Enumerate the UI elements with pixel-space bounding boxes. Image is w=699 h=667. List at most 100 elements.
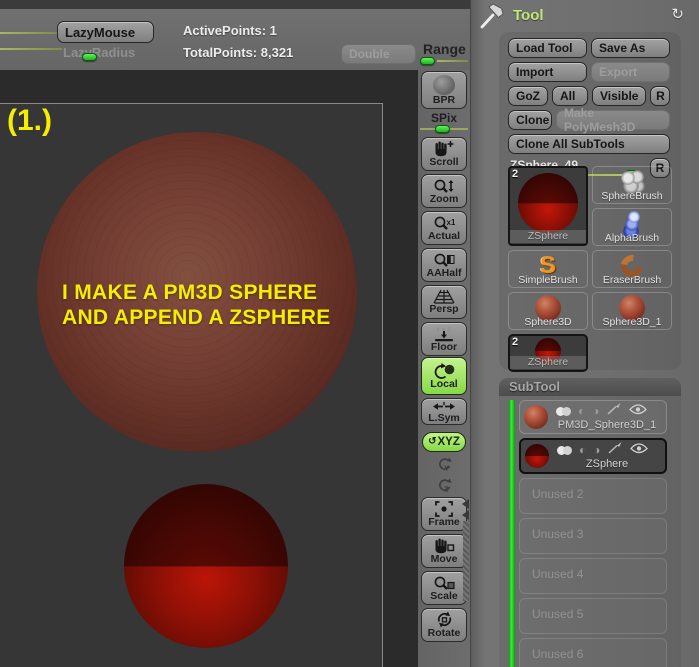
- rotate-z-icon[interactable]: Z: [436, 477, 453, 494]
- svg-text:Y: Y: [444, 464, 449, 473]
- polypaint-icon[interactable]: [556, 406, 571, 416]
- subtool-item-label: PM3D_Sphere3D_1: [557, 419, 657, 431]
- toolbar-button-aahalf[interactable]: AAHalf: [421, 248, 467, 282]
- tray-drag-texture: [463, 521, 469, 601]
- magnifier-updown-icon: [433, 178, 455, 194]
- tool-thumbnail-zsphere[interactable]: 2 ZSphere: [508, 334, 588, 372]
- contrast-toggle-icon[interactable]: ◑: [592, 405, 599, 417]
- uv-toggle-icon[interactable]: ◐: [579, 444, 586, 456]
- subtool-item-pm3dsphere3d1[interactable]: ◐ ◑ PM3D_Sphere3D_1: [519, 400, 667, 434]
- paint-toggle-icon[interactable]: [608, 441, 623, 459]
- clone-all-subtools-button[interactable]: Clone All SubTools: [508, 134, 670, 154]
- rotate-y-icon[interactable]: Y: [436, 456, 453, 473]
- toolbar-button-label: BPR: [432, 93, 456, 106]
- tray-collapse-icon: [462, 499, 469, 509]
- tool-thumbnail-simplebrush[interactable]: S SimpleBrush: [508, 250, 588, 288]
- double-button[interactable]: Double: [341, 44, 416, 64]
- subtool-scroll-bar[interactable]: [509, 400, 515, 667]
- subtool-unused-slot[interactable]: Unused 3: [519, 518, 667, 554]
- toolbar-button-label: Floor: [430, 340, 458, 353]
- visibility-eye-icon[interactable]: [629, 441, 648, 459]
- restore-config-icon[interactable]: ↻: [671, 5, 684, 23]
- toolbar-button-label: L.Sym: [428, 411, 460, 424]
- toolbar-button-label: XYZ: [437, 436, 460, 448]
- toolbar-button-label: Persp: [429, 303, 459, 315]
- subtool-item-zsphere[interactable]: ◐ ◑ ZSphere: [519, 438, 667, 474]
- toolbar-button-label: Actual: [427, 229, 461, 242]
- sculpt-hammer-icon: [478, 3, 506, 34]
- tool-thumbnail-alphabrush[interactable]: AlphaBrush: [592, 208, 672, 246]
- lazymouse-slider-track: [0, 32, 57, 34]
- contrast-toggle-icon[interactable]: ◑: [593, 444, 600, 456]
- goz-visible-button[interactable]: Visible: [592, 86, 647, 106]
- toolbar-button-label: Scroll: [429, 156, 459, 168]
- toolbar-button-frame[interactable]: Frame: [421, 497, 467, 531]
- clone-button[interactable]: Clone: [508, 110, 552, 130]
- toolbar-button-label: Frame: [428, 515, 460, 528]
- toolbar-button-local[interactable]: Local: [421, 357, 467, 395]
- toolbar-button-zoom[interactable]: Zoom: [421, 174, 467, 208]
- toolbar-button-lsym[interactable]: L.Sym: [421, 398, 467, 425]
- toolbar-button-scale[interactable]: Scale: [421, 571, 467, 605]
- slider-handle[interactable]: [435, 125, 450, 133]
- subtool-palette: SubTool ◐ ◑ PM3D_Sphere3D_1 ◐ ◑ ZSphere Unused…: [499, 378, 681, 667]
- subtool-unused-slot[interactable]: Unused 5: [519, 598, 667, 634]
- toolbar-button-persp[interactable]: Persp: [421, 285, 467, 319]
- toolbar-button-label: Move: [430, 553, 458, 565]
- toolbar-button-move[interactable]: Move: [421, 534, 467, 568]
- toolbar-button-xyz[interactable]: ↺ XYZ: [422, 432, 466, 452]
- document-area[interactable]: (1.) I MAKE A PM3D SPHERE AND APPEND A Z…: [0, 103, 383, 667]
- make-polymesh3d-button[interactable]: Make PolyMesh3D: [556, 106, 670, 134]
- svg-text:x1: x1: [447, 218, 456, 227]
- thumbnail-label: SimpleBrush: [518, 274, 578, 286]
- toolbar-button-rotate[interactable]: Rotate: [421, 608, 467, 642]
- toolbar-slider-label: SPix: [430, 111, 457, 125]
- goz-button[interactable]: GoZ: [508, 86, 548, 106]
- toolbar-slider-spix[interactable]: SPix: [418, 111, 470, 134]
- lazymouse-button[interactable]: LazyMouse: [57, 21, 154, 43]
- subtool-list: ◐ ◑ PM3D_Sphere3D_1 ◐ ◑ ZSphere Unused 2 Unused…: [519, 400, 667, 667]
- local-pivot-icon: [433, 362, 455, 379]
- range-label: Range: [423, 41, 466, 57]
- lazyradius-label: LazyRadius: [63, 45, 136, 60]
- toolbar-button-bpr[interactable]: BPR: [421, 71, 467, 109]
- lazyradius-slider-handle[interactable]: [82, 53, 97, 61]
- uv-toggle-icon[interactable]: ◐: [578, 405, 585, 417]
- polypaint-icon[interactable]: [557, 445, 572, 455]
- viewport-canvas[interactable]: (1.) I MAKE A PM3D SPHERE AND APPEND A Z…: [0, 70, 418, 667]
- active-points-readout: ActivePoints: 1: [183, 23, 277, 38]
- annotation-line-1: I MAKE A PM3D SPHERE: [62, 281, 318, 304]
- subtool-item-label: ZSphere: [585, 458, 629, 470]
- zsphere-model[interactable]: [124, 484, 288, 648]
- load-tool-button[interactable]: Load Tool: [508, 38, 587, 58]
- toolbar-button-actual[interactable]: x1 Actual: [421, 211, 467, 245]
- tool-thumbnail-sphere3d[interactable]: Sphere3D: [508, 292, 588, 330]
- paint-toggle-icon[interactable]: [607, 402, 622, 420]
- tool-thumbnail-eraserbrush[interactable]: EraserBrush: [592, 250, 672, 288]
- step-annotation: (1.): [7, 104, 52, 137]
- subtool-unused-slot[interactable]: Unused 6: [519, 638, 667, 667]
- thumbnail-badge: 2: [512, 336, 519, 348]
- save-as-button[interactable]: Save As: [591, 38, 670, 58]
- range-slider-handle[interactable]: [420, 57, 435, 65]
- tool-thumbnail-sphere3d1[interactable]: Sphere3D_1: [592, 292, 672, 330]
- tool-thumbnail-spherebrush[interactable]: SphereBrush: [592, 166, 672, 204]
- export-button[interactable]: Export: [591, 62, 670, 82]
- subtool-unused-slot[interactable]: Unused 4: [519, 558, 667, 594]
- subtool-palette-title[interactable]: SubTool: [499, 378, 681, 396]
- zsphere-thumbnail-image: [518, 173, 578, 233]
- visibility-eye-icon[interactable]: [628, 402, 647, 420]
- toolbar-button-floor[interactable]: XYZ Floor: [421, 322, 467, 356]
- hand-scroll-icon: [433, 140, 455, 157]
- svg-text:Z: Z: [444, 485, 449, 494]
- import-button[interactable]: Import: [508, 62, 587, 82]
- goz-r-button[interactable]: R: [650, 86, 671, 106]
- goz-all-button[interactable]: All: [552, 86, 588, 106]
- thumbnail-badge: 2: [512, 168, 519, 180]
- subtool-unused-slot[interactable]: Unused 2: [519, 478, 667, 514]
- subtool-thumbnail: [525, 444, 549, 468]
- toolbar-button-scroll[interactable]: Scroll: [421, 137, 467, 171]
- tool-thumbnail-zsphere-selected[interactable]: 2 ZSphere: [508, 166, 588, 246]
- toolbar-button-label: Zoom: [429, 192, 459, 205]
- thumbnail-label: EraserBrush: [602, 274, 662, 286]
